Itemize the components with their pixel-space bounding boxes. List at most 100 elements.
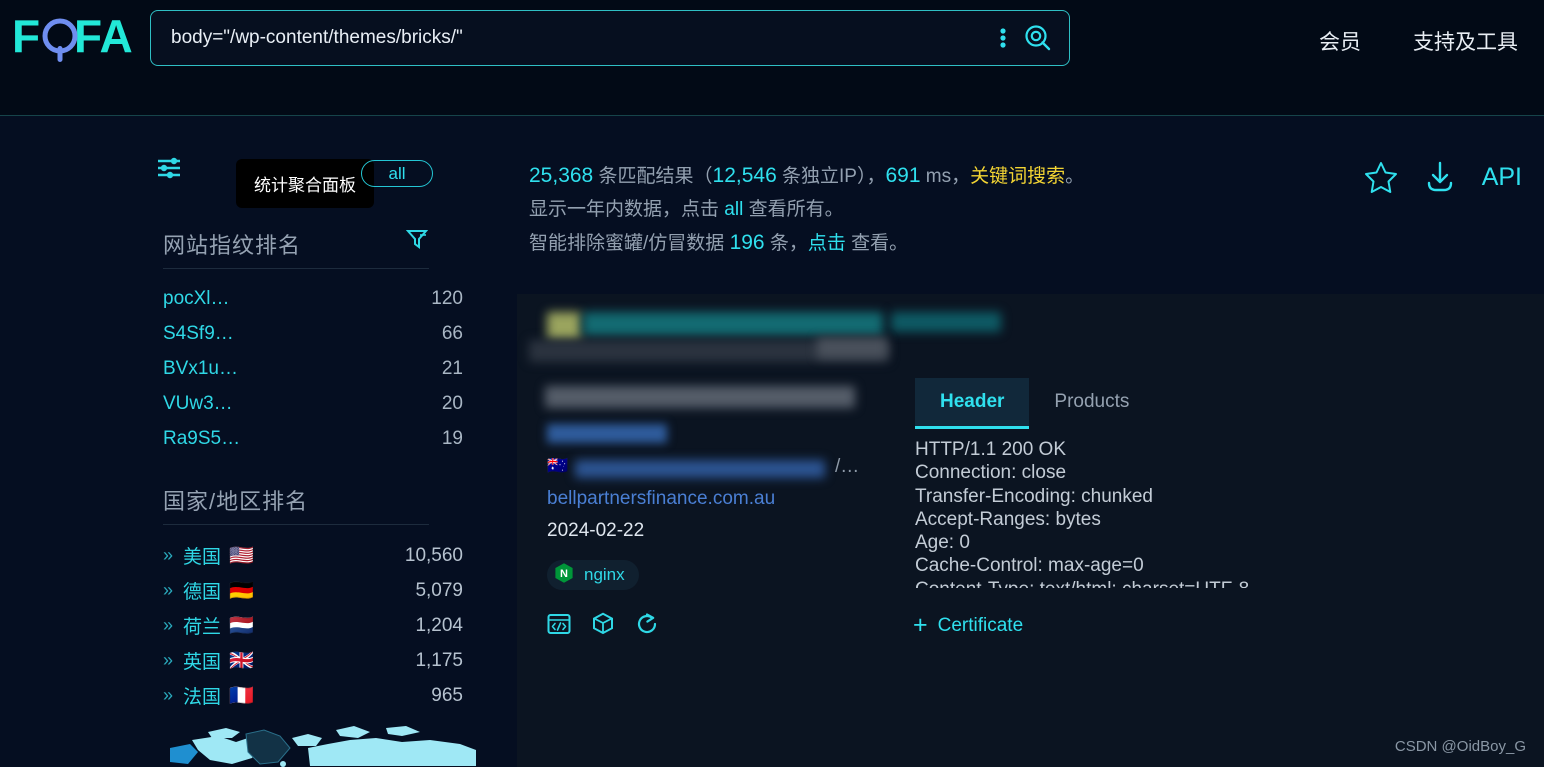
more-vertical-icon[interactable] (993, 24, 1013, 52)
fingerprint-name[interactable]: Ra9S5… (163, 428, 240, 450)
country-row[interactable]: » 德国 🇩🇪 5,079 (163, 577, 463, 604)
statistics-sidebar: 统计聚合面板 all 网站指纹排名 pocXl… 120 S4Sf9… 66 B… (0, 116, 517, 767)
view-honeypot-link[interactable]: 点击 (808, 233, 846, 254)
unique-ip-count: 12,546 (712, 164, 777, 187)
result-action-icons (547, 612, 659, 636)
stats-panel-tooltip: 统计聚合面板 (236, 159, 374, 208)
results-summary: 25,368 条匹配结果（12,546 条独立IP），691 ms，关键词搜索。… (529, 159, 1084, 260)
world-map-chart (140, 718, 480, 767)
country-count: 965 (431, 684, 463, 706)
download-icon[interactable] (1424, 160, 1456, 194)
http-header-line: Transfer-Encoding: chunked (915, 485, 1153, 507)
country-flag-icon: 🇫🇷 (229, 684, 254, 707)
country-flag-icon: 🇦🇺 (547, 456, 569, 475)
summary-text: 条， (764, 233, 808, 254)
total-results-count: 25,368 (529, 164, 594, 187)
app-header: F FA body="/wp-content/themes/bricks/" 会… (0, 0, 1544, 116)
http-headers-content: HTTP/1.1 200 OK Connection: close Transf… (915, 438, 1525, 588)
fingerprint-row[interactable]: BVx1u… 21 (163, 358, 463, 380)
nav-item-support-tools[interactable]: 支持及工具 (1413, 26, 1518, 56)
fingerprint-name[interactable]: VUw3… (163, 393, 233, 415)
summary-text: 查看所有。 (743, 199, 844, 220)
certificate-toggle[interactable]: + Certificate (913, 613, 1023, 638)
result-domain-link[interactable]: bellpartnersfinance.com.au (547, 488, 775, 510)
view-all-link[interactable]: all (724, 199, 743, 220)
redacted-title (545, 386, 855, 408)
query-time-value: 691 (885, 164, 921, 187)
country-flag-icon: 🇩🇪 (229, 579, 254, 602)
tab-products[interactable]: Products (1029, 378, 1154, 429)
watermark: CSDN @OidBoy_G (1394, 738, 1526, 755)
product-name: nginx (584, 565, 625, 584)
http-header-line: Cache-Control: max-age=0 (915, 555, 1144, 577)
plus-icon: + (913, 611, 928, 639)
product-badge-nginx[interactable]: N nginx (547, 560, 639, 590)
honeypot-excluded-count: 196 (729, 231, 765, 254)
fingerprint-row[interactable]: pocXl… 120 (163, 288, 463, 310)
summary-text: ms， (920, 166, 971, 187)
certificate-label: Certificate (937, 614, 1024, 636)
detail-tabs: Header Products (915, 378, 1154, 429)
redacted-location (575, 460, 825, 478)
cube-icon[interactable] (591, 612, 615, 636)
tab-header[interactable]: Header (915, 378, 1030, 429)
svg-text:N: N (560, 568, 568, 580)
country-name[interactable]: 法国 (183, 682, 221, 709)
fingerprint-name[interactable]: pocXl… (163, 288, 230, 310)
summary-line-1: 25,368 条匹配结果（12,546 条独立IP），691 ms，关键词搜索。 (529, 159, 1084, 193)
country-count: 1,204 (415, 614, 463, 636)
fingerprint-count: 21 (441, 358, 463, 379)
summary-text: 条独立IP）， (776, 166, 886, 187)
country-name[interactable]: 美国 (183, 542, 221, 569)
search-bar[interactable] (150, 10, 1070, 66)
result-card: 🇦🇺 /… bellpartnersfinance.com.au 2024-02… (517, 294, 1544, 767)
summary-text: 智能排除蜜罐/仿冒数据 (529, 233, 730, 254)
chevron-right-icon: » (163, 685, 174, 705)
nginx-hexagon-icon: N (553, 562, 575, 589)
divider (163, 524, 429, 525)
country-name[interactable]: 英国 (183, 647, 221, 674)
nav-item-member[interactable]: 会员 (1319, 26, 1361, 56)
fingerprint-name[interactable]: BVx1u… (163, 358, 238, 380)
results-toolbar: API (1364, 160, 1522, 194)
country-row[interactable]: » 英国 🇬🇧 1,175 (163, 647, 463, 674)
fingerprint-row[interactable]: VUw3… 20 (163, 393, 463, 415)
all-range-pill[interactable]: all (361, 160, 433, 187)
country-count: 10,560 (404, 544, 463, 566)
sliders-icon[interactable] (156, 156, 182, 180)
svg-text:FA: FA (74, 12, 133, 62)
star-icon[interactable] (1364, 160, 1398, 194)
redacted-ip-address (547, 424, 667, 443)
api-link[interactable]: API (1482, 163, 1522, 192)
country-flag-icon: 🇺🇸 (229, 544, 254, 567)
country-count: 1,175 (415, 649, 463, 671)
funnel-filter-icon[interactable] (405, 228, 429, 255)
fingerprint-count: 120 (431, 288, 463, 309)
fofa-logo[interactable]: F FA (12, 10, 142, 64)
country-row[interactable]: » 荷兰 🇳🇱 1,204 (163, 612, 463, 639)
country-row[interactable]: » 法国 🇫🇷 965 (163, 682, 463, 709)
results-panel: 25,368 条匹配结果（12,546 条独立IP），691 ms，关键词搜索。… (517, 116, 1544, 767)
fingerprint-row[interactable]: S4Sf9… 66 (163, 323, 463, 345)
fingerprint-name[interactable]: S4Sf9… (163, 323, 234, 345)
fingerprint-count: 20 (441, 393, 463, 414)
chevron-right-icon: » (163, 545, 174, 565)
result-detail-panel: Header Products HTTP/1.1 200 OK Connecti… (895, 294, 1544, 767)
country-row[interactable]: » 美国 🇺🇸 10,560 (163, 542, 463, 569)
country-section-title: 国家/地区排名 (163, 489, 309, 514)
country-name[interactable]: 荷兰 (183, 612, 221, 639)
http-header-line: Age: 0 (915, 532, 970, 554)
country-flag-icon: 🇬🇧 (229, 649, 254, 672)
search-icon[interactable] (1023, 23, 1053, 53)
refresh-icon[interactable] (635, 612, 659, 636)
summary-text: 显示一年内数据，点击 (529, 199, 725, 220)
fingerprint-row[interactable]: Ra9S5… 19 (163, 428, 463, 450)
search-input[interactable] (151, 11, 993, 65)
divider (163, 268, 429, 269)
code-window-icon[interactable] (547, 612, 571, 636)
http-header-line: HTTP/1.1 200 OK (915, 439, 1067, 460)
country-name[interactable]: 德国 (183, 577, 221, 604)
http-header-line: Content-Type: text/html; charset=UTF-8 (915, 578, 1525, 588)
search-mode-label: 关键词搜索 (970, 166, 1066, 187)
fofa-search-page: F FA body="/wp-content/themes/bricks/" 会… (0, 0, 1544, 767)
